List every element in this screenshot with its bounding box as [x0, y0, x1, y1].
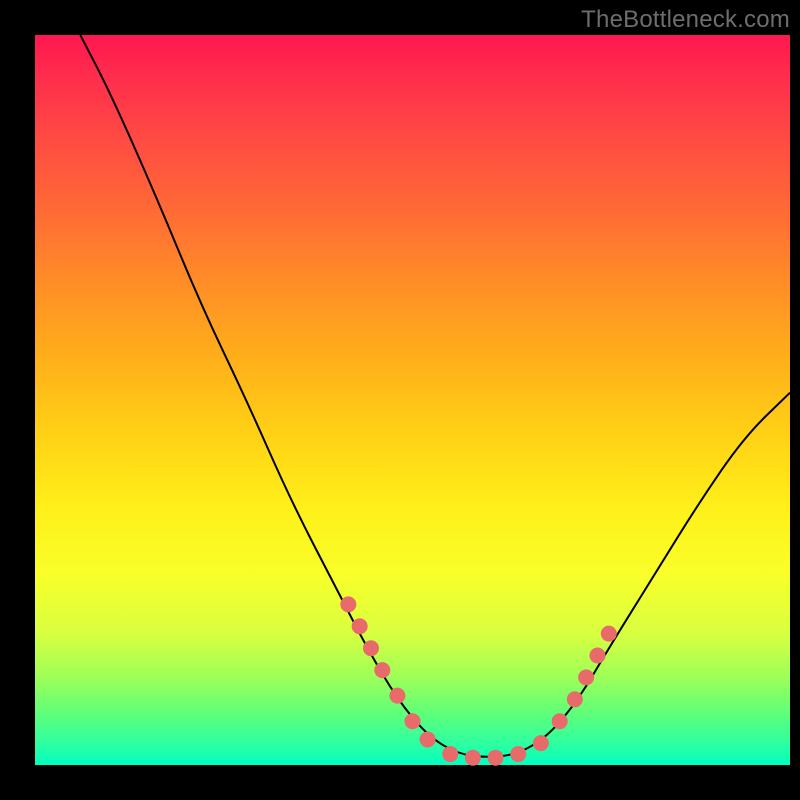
curve-marker: [465, 750, 481, 766]
curve-marker: [578, 669, 594, 685]
curve-marker: [374, 662, 390, 678]
curve-marker: [352, 618, 368, 634]
curve-marker: [510, 746, 526, 762]
curve-marker: [533, 735, 549, 751]
curve-marker: [488, 750, 504, 766]
curve-marker: [589, 648, 605, 664]
plot-area: [35, 35, 790, 765]
chart-svg: [35, 35, 790, 765]
curve-marker: [601, 626, 617, 642]
curve-marker: [363, 640, 379, 656]
bottleneck-curve: [80, 35, 790, 757]
curve-marker: [420, 731, 436, 747]
curve-marker: [405, 713, 421, 729]
curve-marker: [340, 596, 356, 612]
curve-marker: [567, 691, 583, 707]
curve-marker: [442, 746, 458, 762]
curve-marker: [389, 688, 405, 704]
curve-marker: [552, 713, 568, 729]
marker-group: [340, 596, 616, 765]
watermark-text: TheBottleneck.com: [581, 6, 790, 34]
chart-frame: TheBottleneck.com: [0, 0, 800, 800]
